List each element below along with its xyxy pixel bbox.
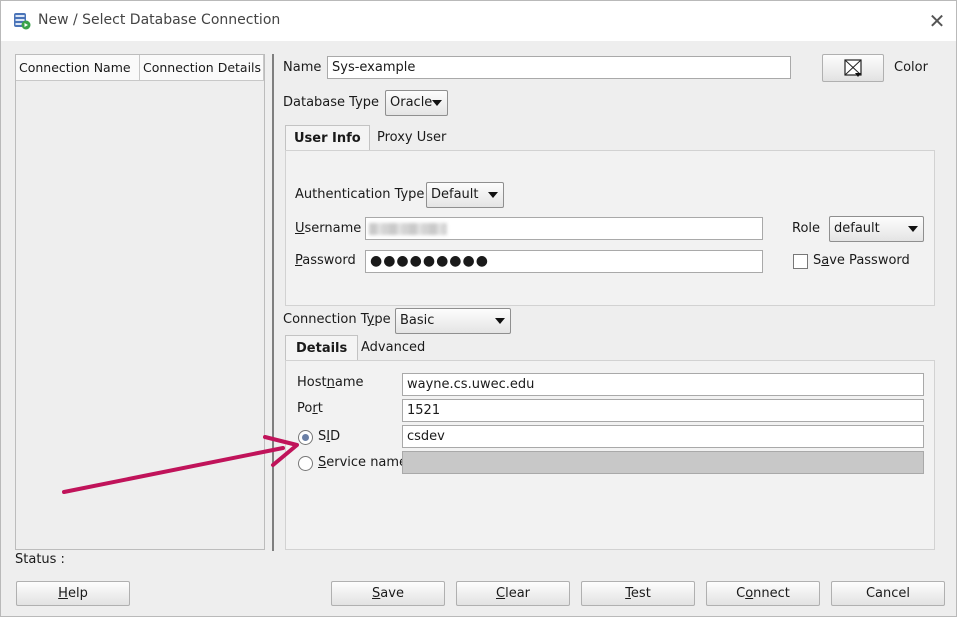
name-field[interactable]: Sys-example [327,56,791,79]
color-picker-icon [844,59,862,77]
connections-table-header: Connection Name Connection Details [16,55,264,81]
status-label: Status : [15,552,65,567]
annotation-arrow-icon [62,435,299,494]
title-bar: New / Select Database Connection ✕ [1,1,956,41]
cancel-button[interactable]: Cancel [831,581,945,606]
save-button[interactable]: Save [331,581,445,606]
sid-field[interactable]: csdev [402,425,924,448]
column-connection-name[interactable]: Connection Name [16,55,140,81]
chevron-down-icon [908,226,918,232]
sid-label: SID [318,429,341,444]
hostname-field[interactable]: wayne.cs.uwec.edu [402,373,924,396]
chevron-down-icon [432,100,442,106]
color-label: Color [894,60,928,75]
test-button[interactable]: Test [581,581,695,606]
tab-user-info[interactable]: User Info [285,125,370,152]
role-label: Role [792,221,821,236]
service-name-label: Service name [318,455,408,470]
dialog-window: New / Select Database Connection ✕ Conne… [0,0,957,617]
connect-button[interactable]: Connect [706,581,820,606]
window-title: New / Select Database Connection [38,12,281,28]
database-type-value: Oracle [390,95,433,110]
authentication-type-label: Authentication Type [295,187,425,202]
save-password-label: Save Password [813,253,910,268]
tab-details[interactable]: Details [285,335,359,362]
name-label: Name [283,60,322,75]
database-type-label: Database Type [283,95,380,110]
tab-proxy-user[interactable]: Proxy User [369,125,454,152]
close-icon[interactable]: ✕ [926,11,948,33]
username-field[interactable] [365,217,763,240]
redacted-username [369,223,447,235]
role-select[interactable]: default [829,216,924,242]
password-field[interactable]: ●●●●●●●●● [365,250,763,273]
column-connection-details[interactable]: Connection Details [140,55,264,81]
help-button[interactable]: Help [16,581,130,606]
port-label: Port [297,401,323,416]
username-label: Username [295,221,362,236]
port-field[interactable]: 1521 [402,399,924,422]
connection-type-label: Connection Type [283,312,391,327]
chevron-down-icon [495,318,505,324]
database-connection-icon [14,13,31,30]
clear-button[interactable]: Clear [456,581,570,606]
authentication-type-select[interactable]: Default [426,182,504,208]
connection-type-value: Basic [400,313,435,328]
service-name-field [402,451,924,474]
hostname-label: Hostname [297,375,364,390]
role-value: default [834,221,880,236]
save-password-checkbox[interactable] [793,254,808,269]
color-button[interactable] [822,54,884,82]
connection-type-select[interactable]: Basic [395,308,511,334]
database-type-select[interactable]: Oracle [385,90,448,116]
password-label: Password [295,253,356,268]
tab-advanced[interactable]: Advanced [353,335,433,362]
chevron-down-icon [488,192,498,198]
authentication-type-value: Default [431,187,479,202]
